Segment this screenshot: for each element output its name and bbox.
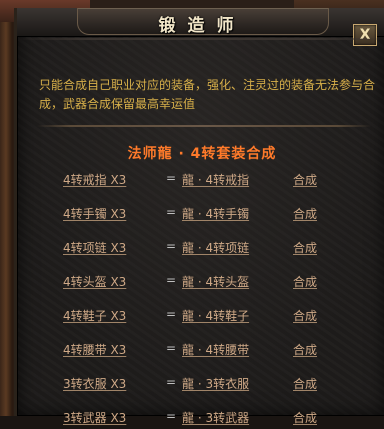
craft-button[interactable]: 合成 [293,375,317,392]
result-item-link[interactable]: 龍 · 3转武器 [182,409,249,426]
material-link[interactable]: 4转鞋子 X3 [63,307,126,324]
result-item-link[interactable]: 龍 · 4转鞋子 [182,307,249,324]
result-item-link[interactable]: 龍 · 4转手镯 [182,205,249,222]
list-item: 4转手镯 X3 = 龍 · 4转手镯 合成 [17,205,384,225]
craft-button[interactable]: 合成 [293,409,317,426]
list-item: 3转武器 X3 = 龍 · 3转武器 合成 [17,409,384,429]
list-item: 3转衣服 X3 = 龍 · 3转衣服 合成 [17,375,384,395]
material-link[interactable]: 3转衣服 X3 [63,375,126,392]
equals-sign: = [166,409,177,423]
craft-button[interactable]: 合成 [293,307,317,324]
material-link[interactable]: 4转腰带 X3 [63,341,126,358]
list-item: 4转腰带 X3 = 龍 · 4转腰带 合成 [17,341,384,361]
result-item-link[interactable]: 龍 · 4转头盔 [182,273,249,290]
list-item: 4转戒指 X3 = 龍 · 4转戒指 合成 [17,171,384,191]
equals-sign: = [166,239,177,253]
window-title: 锻造师 [158,16,246,36]
craft-button[interactable]: 合成 [293,239,317,256]
list-item: 4转鞋子 X3 = 龍 · 4转鞋子 合成 [17,307,384,327]
section-divider [37,125,371,127]
material-link[interactable]: 4转头盔 X3 [63,273,126,290]
result-item-link[interactable]: 龍 · 4转腰带 [182,341,249,358]
equals-sign: = [166,341,177,355]
craft-button[interactable]: 合成 [293,341,317,358]
result-item-link[interactable]: 龍 · 4转项链 [182,239,249,256]
result-item-link[interactable]: 龍 · 3转衣服 [182,375,249,392]
list-item: 4转项链 X3 = 龍 · 4转项链 合成 [17,239,384,259]
equals-sign: = [166,307,177,321]
forge-panel: 锻造师 X 只能合成自己职业对应的装备，强化、注灵过的装备无法参与合成，武器合成… [14,8,384,425]
material-link[interactable]: 3转武器 X3 [63,409,126,426]
equals-sign: = [166,273,177,287]
equals-sign: = [166,375,177,389]
close-icon: X [359,27,371,43]
set-title: 法师龍 · 4转套装合成 [127,146,277,162]
material-link[interactable]: 4转戒指 X3 [63,171,126,188]
close-button[interactable]: X [353,24,377,46]
material-link[interactable]: 4转项链 X3 [63,239,126,256]
list-item: 4转头盔 X3 = 龍 · 4转头盔 合成 [17,273,384,293]
result-item-link[interactable]: 龍 · 4转戒指 [182,171,249,188]
material-link[interactable]: 4转手镯 X3 [63,205,126,222]
description-text: 只能合成自己职业对应的装备，强化、注灵过的装备无法参与合成，武器合成保留最高幸运… [39,78,376,111]
craft-button[interactable]: 合成 [293,205,317,222]
craft-button[interactable]: 合成 [293,171,317,188]
equals-sign: = [166,171,177,185]
craft-button[interactable]: 合成 [293,273,317,290]
title-divider [17,38,384,40]
equals-sign: = [166,205,177,219]
